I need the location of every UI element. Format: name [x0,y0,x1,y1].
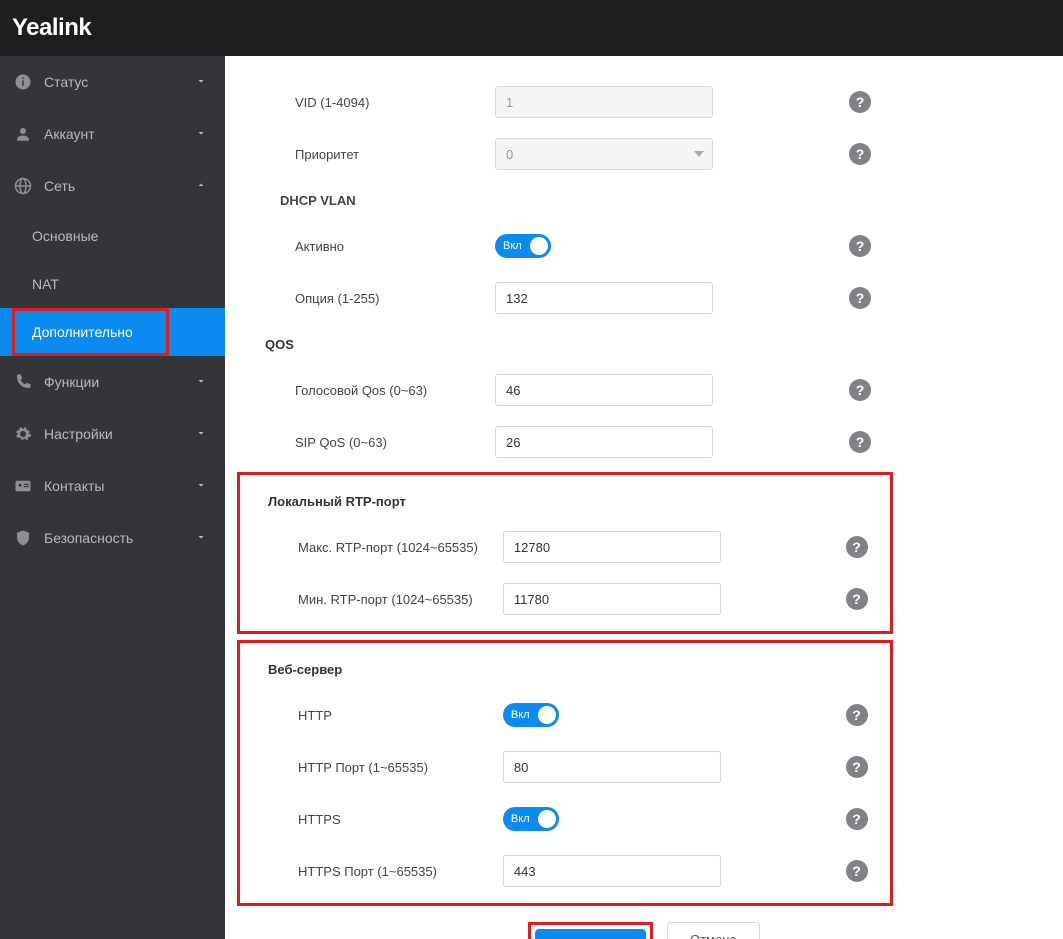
sidebar-label: Сеть [44,178,75,194]
active-toggle[interactable]: Вкл [495,234,551,258]
help-icon[interactable]: ? [846,808,868,830]
gear-icon [14,425,32,443]
web-title: Веб-сервер [240,649,890,689]
qos-title: QOS [225,324,1063,364]
toggle-knob [530,237,548,255]
vid-input[interactable] [495,86,713,118]
sidebar-item-status[interactable]: Статус [0,56,225,108]
rtp-min-input[interactable] [503,583,721,615]
sidebar-label: Статус [44,74,88,90]
chevron-down-icon [195,426,207,442]
http-port-label: HTTP Порт (1~65535) [240,760,503,775]
app-header: Yealink [0,0,1063,56]
voice-qos-input[interactable] [495,374,713,406]
https-port-input[interactable] [503,855,721,887]
sidebar-label: Настройки [44,426,113,442]
rtp-max-input[interactable] [503,531,721,563]
shield-icon [14,529,32,547]
sidebar-label: Функции [44,374,99,390]
dhcp-vlan-title: DHCP VLAN [225,180,1063,220]
help-icon[interactable]: ? [846,704,868,726]
phone-icon [14,373,32,391]
toggle-knob [538,706,556,724]
help-icon[interactable]: ? [849,287,871,309]
cancel-button[interactable]: Отмена [667,922,760,939]
voice-qos-label: Голосовой Qos (0~63) [225,383,495,398]
rtp-max-label: Макс. RTP-порт (1024~65535) [240,540,503,555]
user-icon [14,125,32,143]
caret-down-icon [694,151,704,157]
sidebar-sublabel: Основные [32,228,98,244]
help-icon[interactable]: ? [849,431,871,453]
sidebar-item-network[interactable]: Сеть [0,160,225,212]
sidebar-nav: Статус Аккаунт Сеть Основные NAT Дополни… [0,56,225,939]
https-toggle[interactable]: Вкл [503,807,559,831]
http-label: HTTP [240,708,503,723]
rtp-title: Локальный RTP-порт [240,481,890,521]
https-label: HTTPS [240,812,503,827]
sip-qos-input[interactable] [495,426,713,458]
brand-logo: Yealink [12,14,91,42]
priority-value: 0 [506,147,513,162]
sidebar-sublabel: NAT [32,276,59,292]
http-port-input[interactable] [503,751,721,783]
toggle-on-text: Вкл [503,709,530,721]
help-icon[interactable]: ? [846,536,868,558]
globe-icon [14,177,32,195]
chevron-down-icon [195,530,207,546]
https-port-label: HTTPS Порт (1~65535) [240,864,503,879]
toggle-knob [538,810,556,828]
sip-qos-label: SIP QoS (0~63) [225,435,495,450]
help-icon[interactable]: ? [849,235,871,257]
rtp-min-label: Мин. RTP-порт (1024~65535) [240,592,503,607]
option-label: Опция (1-255) [225,291,495,306]
chevron-down-icon [195,74,207,90]
chevron-down-icon [195,478,207,494]
sidebar-item-security[interactable]: Безопасность [0,512,225,564]
help-icon[interactable]: ? [849,143,871,165]
sidebar-item-account[interactable]: Аккаунт [0,108,225,160]
info-icon [14,73,32,91]
http-toggle[interactable]: Вкл [503,703,559,727]
toggle-on-text: Вкл [495,240,522,252]
priority-label: Приоритет [225,147,495,162]
option-input[interactable] [495,282,713,314]
sidebar-sublabel: Дополнительно [32,324,133,340]
highlight-save: Сохранить [528,922,653,939]
sidebar-item-contacts[interactable]: Контакты [0,460,225,512]
sidebar-label: Безопасность [44,530,133,546]
save-button[interactable]: Сохранить [535,929,646,939]
chevron-down-icon [195,126,207,142]
help-icon[interactable]: ? [846,756,868,778]
sidebar-item-settings[interactable]: Настройки [0,408,225,460]
highlight-rtp-section: Локальный RTP-порт Макс. RTP-порт (1024~… [237,472,893,634]
help-icon[interactable]: ? [849,91,871,113]
footer-actions: Сохранить Отмена [225,912,1063,939]
help-icon[interactable]: ? [846,860,868,882]
sidebar-subitem-nat[interactable]: NAT [0,260,225,308]
main-content: VID (1-4094) ? Приоритет 0 ? DHCP VLAN А… [225,56,1063,939]
help-icon[interactable]: ? [846,588,868,610]
vid-label: VID (1-4094) [225,95,495,110]
sidebar-item-features[interactable]: Функции [0,356,225,408]
sidebar-subitem-advanced[interactable]: Дополнительно [0,308,225,356]
sidebar-label: Аккаунт [44,126,95,142]
card-icon [14,477,32,495]
sidebar-subitem-basic[interactable]: Основные [0,212,225,260]
priority-select[interactable]: 0 [495,138,713,170]
sidebar-label: Контакты [44,478,104,494]
active-label: Активно [225,239,495,254]
help-icon[interactable]: ? [849,379,871,401]
chevron-down-icon [195,374,207,390]
chevron-up-icon [195,178,207,194]
toggle-on-text: Вкл [503,813,530,825]
highlight-web-section: Веб-сервер HTTP Вкл ? HTTP Порт (1~65535… [237,640,893,906]
